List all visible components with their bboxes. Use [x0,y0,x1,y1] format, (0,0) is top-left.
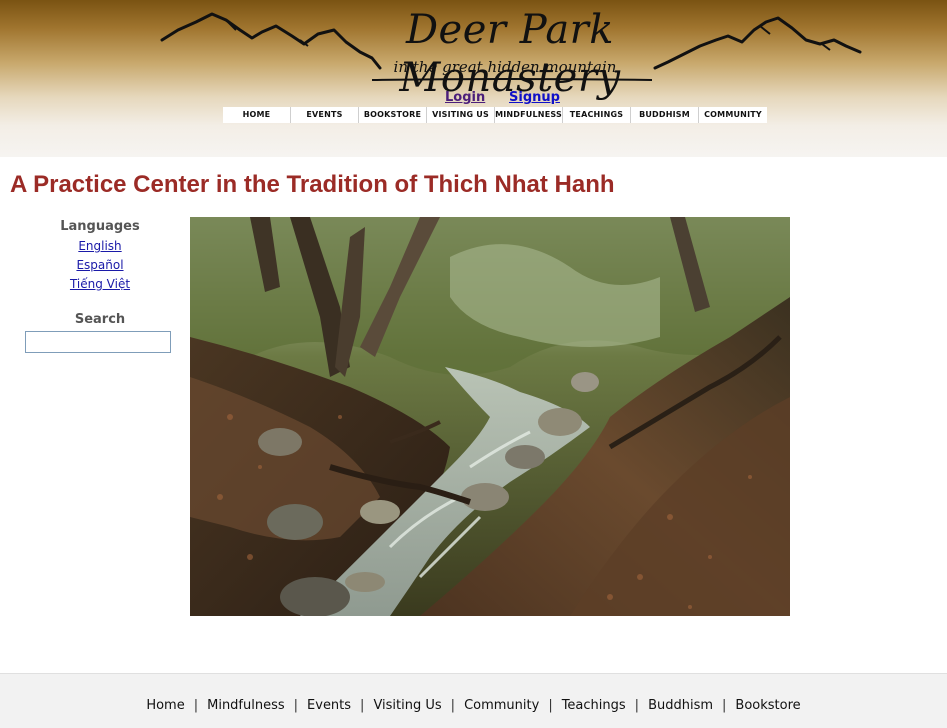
login-link[interactable]: Login [445,90,485,105]
footer-separator: | [293,698,299,713]
forest-creek-photo [190,217,790,616]
footer-separator: | [360,698,365,713]
language-link-espanol[interactable]: Español [76,258,123,272]
nav-community[interactable]: COMMUNITY [699,107,767,123]
footer-navigation: Home | Mindfulness | Events | Visiting Us | Comm… [0,698,947,713]
nav-home[interactable]: HOME [223,107,291,123]
footer-link-community[interactable]: Community [464,698,539,713]
language-link-vietnamese[interactable]: Tiếng Việt [70,277,130,291]
search-heading: Search [74,312,126,327]
logo-underline-icon [372,78,652,81]
footer-link-teachings[interactable]: Teachings [562,698,626,713]
footer-separator: | [193,698,199,713]
nav-bookstore[interactable]: BOOKSTORE [359,107,427,123]
footer-link-events[interactable]: Events [307,698,351,713]
footer-link-home[interactable]: Home [146,698,184,713]
sidebar: Languages English Español Tiếng Việt Sea… [20,218,180,353]
footer-link-mindfulness[interactable]: Mindfulness [207,698,285,713]
site-header: Deer Park Monastery in the great hidden … [0,0,947,157]
language-link-english[interactable]: English [78,239,121,253]
language-list: English Español Tiếng Việt [20,236,180,293]
list-item: Tiếng Việt [20,274,180,293]
nav-buddhism[interactable]: BUDDHISM [631,107,699,123]
site-footer: Home | Mindfulness | Events | Visiting Us | Comm… [0,673,947,728]
footer-separator: | [548,698,553,713]
forest-creek-photo-icon [190,217,790,616]
nav-visiting-us[interactable]: VISITING US [427,107,495,123]
footer-link-bookstore[interactable]: Bookstore [735,698,800,713]
nav-teachings[interactable]: TEACHINGS [563,107,631,123]
page-title: A Practice Center in the Tradition of Th… [10,171,615,198]
nav-events[interactable]: EVENTS [291,107,359,123]
footer-link-buddhism[interactable]: Buddhism [648,698,713,713]
languages-heading: Languages [60,219,140,234]
nav-mindfulness[interactable]: MINDFULNESS [495,107,563,123]
logo-title[interactable]: Deer Park Monastery [355,6,665,102]
top-navigation: HOME EVENTS BOOKSTORE VISITING US MINDFU… [223,107,767,123]
footer-link-visiting-us[interactable]: Visiting Us [373,698,441,713]
logo-subtitle: in the great hidden mountain [393,58,617,76]
footer-separator: | [722,698,727,713]
signup-link[interactable]: Signup [509,90,560,105]
list-item: English [20,236,180,255]
list-item: Español [20,255,180,274]
footer-separator: | [450,698,456,713]
footer-separator: | [634,698,640,713]
auth-links: Login Signup [0,90,947,108]
search-input[interactable] [25,331,171,353]
